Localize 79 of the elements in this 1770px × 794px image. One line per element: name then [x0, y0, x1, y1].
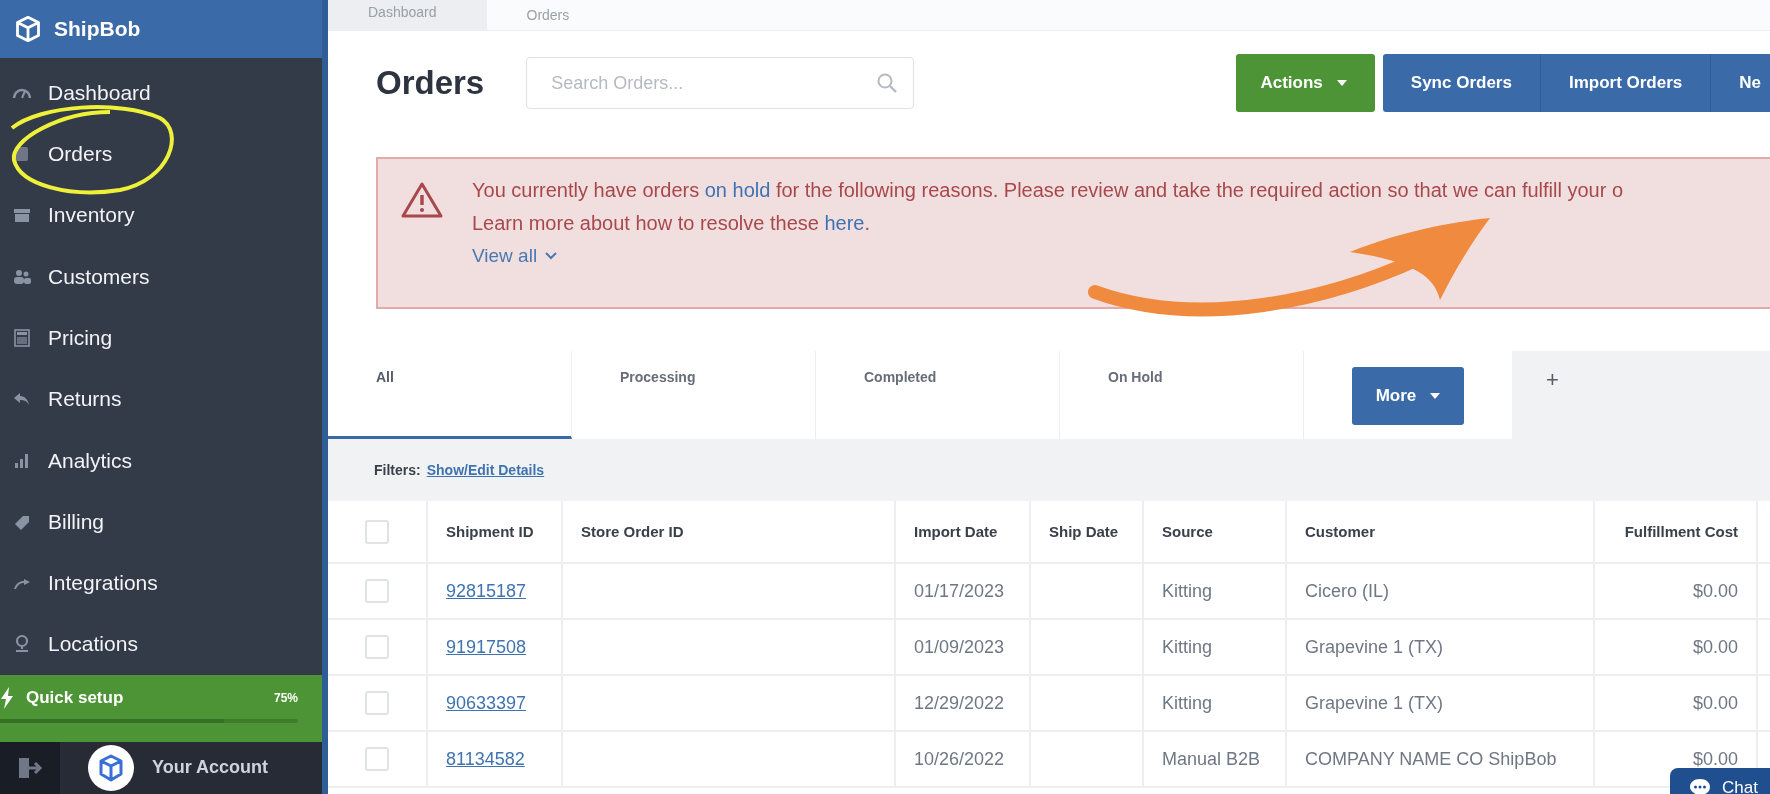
table-cell: Kitting	[1162, 580, 1213, 602]
column-header: Import Date	[914, 523, 998, 540]
shipment-id-link[interactable]: 92815187	[446, 580, 527, 602]
avatar-icon	[88, 744, 134, 791]
alert-help-text: Learn more about how to resolve these here.	[472, 212, 872, 235]
more-button[interactable]: More	[1351, 367, 1465, 425]
help-link[interactable]: here	[824, 212, 865, 234]
table-cell: Kitting	[1162, 636, 1213, 658]
shipment-id-link[interactable]: 90633397	[446, 692, 527, 714]
column-header: Fulfillment Cost	[1624, 523, 1738, 540]
table-cell: Grapevine 1 (TX)	[1305, 636, 1444, 658]
sidebar-item[interactable]: Orders	[0, 123, 322, 185]
table-cell: Cicero (IL)	[1305, 580, 1389, 602]
column-header: Customer	[1305, 523, 1375, 540]
filters-label: Filters:	[374, 462, 421, 478]
caret-icon	[1336, 80, 1347, 86]
column-header: Store Order ID	[581, 523, 684, 540]
alert-message: You currently have orders on hold for the following reasons. Please review and take the required action so that we can fulfill your o	[472, 179, 1624, 202]
actions-button[interactable]: Actions	[1236, 54, 1375, 112]
sidebar-item[interactable]: Inventory	[0, 184, 322, 247]
table-cell: COMPANY NAME CO ShipBob	[1305, 748, 1557, 770]
on-hold-link[interactable]: on hold	[704, 179, 771, 201]
page-title: Orders	[376, 64, 485, 102]
chat-button[interactable]: Chat	[1670, 768, 1770, 794]
table-cell: 10/26/2022	[914, 748, 1005, 770]
logout-button[interactable]	[0, 741, 60, 794]
lightning-icon	[0, 687, 14, 710]
toolbar-button[interactable]: Import Orders	[1540, 54, 1712, 112]
sidebar-item[interactable]: Locations	[0, 613, 322, 676]
table-cell: $0.00	[1692, 636, 1738, 658]
row-checkbox[interactable]	[365, 747, 389, 771]
column-header: Shipment ID	[446, 523, 534, 540]
sidebar-item[interactable]: Analytics	[0, 429, 322, 492]
search-field[interactable]: Search Orders...	[526, 57, 915, 109]
caret-icon	[1430, 393, 1441, 399]
brand-name: ShipBob	[54, 17, 141, 42]
toolbar-button[interactable]: Sync Orders	[1382, 54, 1541, 112]
status-tab[interactable]: All	[328, 351, 572, 439]
status-tab[interactable]: On Hold	[1060, 351, 1304, 439]
sidebar-item[interactable]: Returns	[0, 368, 322, 430]
table-cell: $0.00	[1692, 580, 1738, 602]
breadcrumb-current: Orders	[525, 7, 571, 23]
table-cell: $0.00	[1692, 748, 1738, 770]
status-tab[interactable]: Completed	[816, 351, 1060, 439]
column-header: Source	[1162, 523, 1213, 540]
chevron-down-icon	[545, 252, 558, 260]
quick-setup-panel[interactable]: Quick setup 75%	[0, 675, 322, 742]
status-tab[interactable]: Processing	[572, 351, 816, 439]
add-tab-button[interactable]: +	[1546, 367, 1559, 439]
sidebar-item[interactable]: Integrations	[0, 552, 322, 614]
select-all-checkbox[interactable]	[365, 519, 389, 544]
view-all-link[interactable]: View all	[472, 245, 1624, 267]
row-checkbox[interactable]	[365, 579, 389, 603]
shipment-id-link[interactable]: 81134582	[446, 748, 525, 770]
sidebar-item[interactable]: Pricing	[0, 307, 322, 369]
table-cell: Manual B2B	[1162, 748, 1261, 770]
table-cell: Grapevine 1 (TX)	[1305, 692, 1444, 714]
quick-setup-label: Quick setup	[26, 688, 124, 709]
table-cell: 01/09/2023	[914, 636, 1005, 658]
sidebar-item[interactable]: Billing	[0, 491, 322, 553]
table-cell: Kitting	[1162, 692, 1213, 714]
row-checkbox[interactable]	[365, 635, 389, 659]
sidebar-item[interactable]: Customers	[0, 246, 322, 308]
shipment-id-link[interactable]: 91917508	[446, 636, 527, 658]
warning-icon	[400, 181, 444, 219]
quick-setup-percent: 75%	[273, 691, 298, 706]
cube-logo-icon	[14, 15, 42, 44]
row-checkbox[interactable]	[365, 691, 389, 715]
calculator-icon	[12, 327, 32, 348]
sidebar-item[interactable]: Dashboard	[0, 62, 322, 124]
table-cell: 12/29/2022	[914, 692, 1005, 714]
table-cell: $0.00	[1692, 692, 1738, 714]
filters-link[interactable]: Show/Edit Details	[426, 462, 545, 478]
table-cell: 01/17/2023	[914, 580, 1005, 602]
logout-icon	[17, 755, 43, 780]
column-header: Ship Date	[1049, 523, 1119, 540]
search-icon	[876, 72, 899, 94]
chat-bubble-icon	[1688, 777, 1712, 794]
toolbar-button[interactable]: Ne	[1711, 54, 1770, 112]
